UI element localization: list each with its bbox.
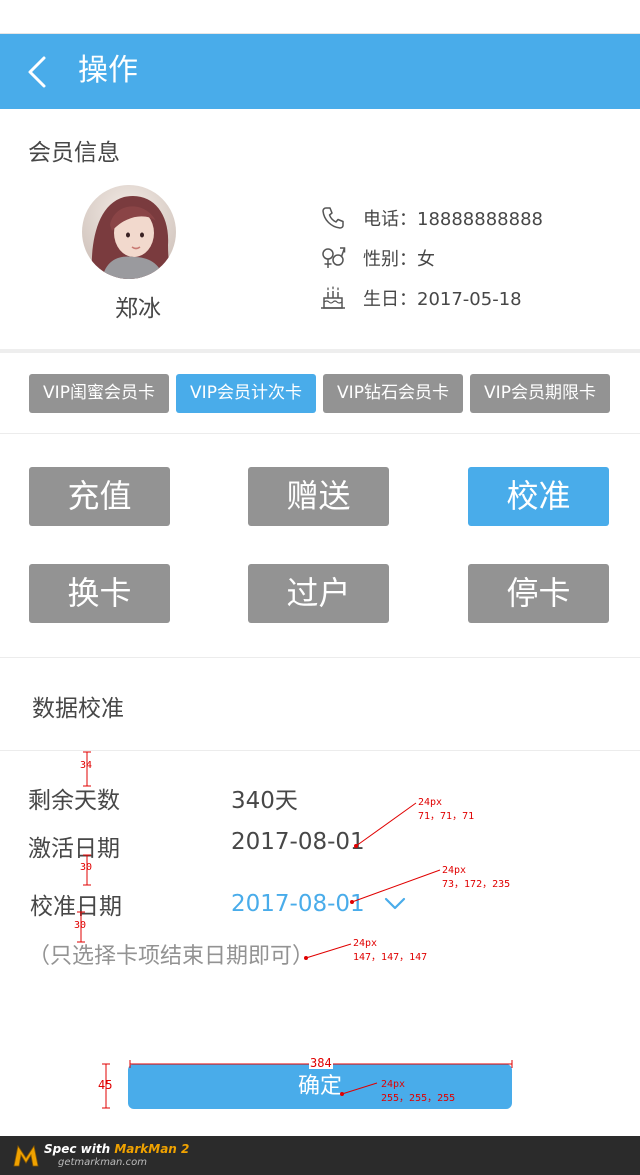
- markman-logo-icon: [13, 1144, 39, 1167]
- remaining-days-label: 剩余天数: [28, 788, 120, 814]
- brand-name: MarkMan 2: [114, 1142, 190, 1156]
- calibrate-button[interactable]: 校准: [468, 467, 609, 526]
- spec-font-size: 24px: [418, 797, 443, 808]
- spec-gap-label: 30: [80, 862, 93, 873]
- gender-icon: [320, 245, 346, 271]
- chevron-left-icon: [28, 56, 46, 88]
- card-type-tabs: VIP闺蜜会员卡 VIP会员计次卡 VIP钻石会员卡 VIP会员期限卡: [0, 357, 640, 434]
- member-info-title: 会员信息: [28, 140, 120, 166]
- birthday-row: 生日：2017-05-18: [320, 283, 522, 313]
- gift-button[interactable]: 赠送: [248, 467, 389, 526]
- spec-font-size: 24px: [381, 1079, 406, 1090]
- spec-gap-label: 34: [80, 760, 93, 771]
- calibration-title: 数据校准: [32, 696, 124, 722]
- spec-font-color: 71，71，71: [418, 811, 475, 822]
- tab-card-bestie[interactable]: VIP闺蜜会员卡: [29, 374, 169, 413]
- markman-footer: Spec with MarkMan 2 getmarkman.com: [0, 1136, 640, 1175]
- tab-card-count[interactable]: VIP会员计次卡: [176, 374, 316, 413]
- footer-brand: Spec with MarkMan 2: [44, 1142, 189, 1156]
- member-info-section: 会员信息 郑冰 电话：18888888888 性别：女 生日：2017-05-1…: [0, 109, 640, 353]
- spec-font-size: 24px: [353, 938, 378, 949]
- brand-prefix: Spec with: [44, 1142, 115, 1156]
- app-header: 操作: [0, 34, 640, 109]
- calibration-hint: （只选择卡项结束日期即可）: [28, 944, 315, 969]
- tab-card-diamond[interactable]: VIP钻石会员卡: [323, 374, 463, 413]
- avatar: [82, 185, 176, 279]
- recharge-button[interactable]: 充值: [29, 467, 170, 526]
- operations-grid: 充值 赠送 校准 换卡 过户 停卡: [0, 435, 640, 658]
- change-card-button[interactable]: 换卡: [29, 564, 170, 623]
- avatar-image: [82, 185, 176, 279]
- phone-row: 电话：18888888888: [320, 203, 543, 233]
- status-bar: [0, 0, 640, 34]
- spec-font-color: 73，172，235: [442, 879, 511, 890]
- footer-site: getmarkman.com: [58, 1157, 147, 1168]
- activation-date-value: 2017-08-01: [231, 829, 365, 855]
- calibration-header: 数据校准: [0, 659, 640, 751]
- member-name: 郑冰: [115, 296, 161, 322]
- page: 操作 会员信息 郑冰 电话：18888888888 性别：女 生日：2017-0…: [0, 0, 640, 1175]
- calibration-date-label: 校准日期: [30, 894, 122, 920]
- remaining-days-value: 340天: [231, 788, 298, 814]
- calibration-date-picker[interactable]: 2017-08-01: [231, 891, 365, 917]
- phone-text: 电话：18888888888: [363, 209, 543, 230]
- back-button[interactable]: [22, 52, 62, 92]
- gender-text: 性别：女: [363, 249, 435, 270]
- suspend-card-button[interactable]: 停卡: [468, 564, 609, 623]
- spec-font-color: 147，147，147: [353, 952, 428, 963]
- tab-card-period[interactable]: VIP会员期限卡: [470, 374, 610, 413]
- spec-font-size: 24px: [442, 865, 467, 876]
- birthday-text: 生日：2017-05-18: [363, 289, 522, 310]
- spec-width-label: 384: [309, 1056, 333, 1070]
- chevron-down-icon[interactable]: [382, 895, 408, 913]
- transfer-button[interactable]: 过户: [248, 564, 389, 623]
- spec-height-label: 45: [98, 1078, 113, 1092]
- spec-gap-label: 30: [74, 920, 87, 931]
- spec-font-color: 255，255，255: [381, 1093, 456, 1104]
- activation-date-label: 激活日期: [28, 836, 120, 862]
- gender-row: 性别：女: [320, 243, 435, 273]
- birthday-cake-icon: [320, 285, 346, 311]
- phone-icon: [320, 205, 346, 231]
- page-title: 操作: [78, 53, 138, 88]
